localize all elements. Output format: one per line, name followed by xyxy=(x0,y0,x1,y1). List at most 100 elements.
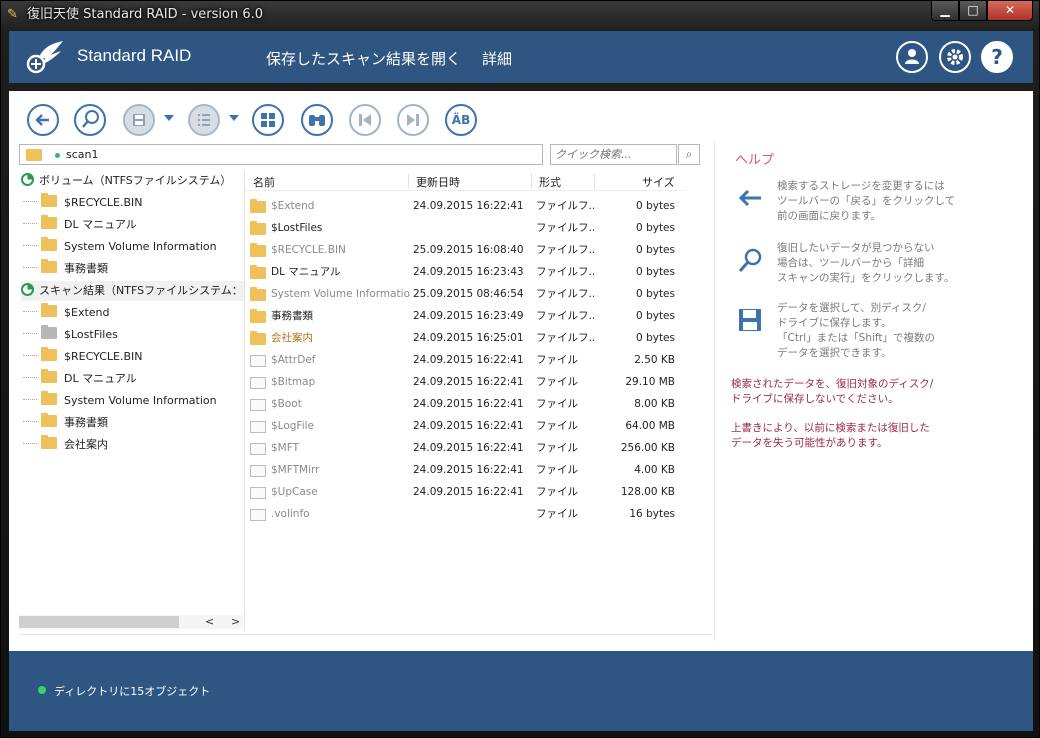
tree-horizontal-scrollbar[interactable]: < > xyxy=(19,615,243,629)
app-header: Standard RAID 保存したスキャン結果を開く 詳細 ? xyxy=(9,31,1033,83)
quick-search-box[interactable] xyxy=(550,144,677,165)
file-type: ファイルフ... xyxy=(536,266,594,278)
file-date: 24.09.2015 16:22:41 xyxy=(413,376,524,388)
scroll-left-button[interactable]: < xyxy=(205,615,214,629)
tree-connector xyxy=(23,201,37,202)
scrollbar-thumb[interactable] xyxy=(19,616,179,628)
path-text: scan1 xyxy=(66,148,99,161)
folder-icon xyxy=(250,199,266,213)
tree-folder-node[interactable]: System Volume Information xyxy=(23,391,217,411)
tree-folder-node[interactable]: 事務書類 xyxy=(23,259,108,279)
table-row[interactable]: $RECYCLE.BIN 25.09.2015 16:08:40 ファイルフ... 0… xyxy=(245,239,685,261)
table-row[interactable]: $LostFiles ファイルフ... 0 bytes xyxy=(245,217,685,239)
status-dot-icon xyxy=(38,686,46,694)
tree-folder-node[interactable]: DL マニュアル xyxy=(23,369,137,389)
help-icon[interactable]: ? xyxy=(981,41,1013,73)
file-name: $MFTMirr xyxy=(271,464,320,476)
help-warning: 上書きにより、以前に検索または復旧した データを失う可能性があります。 xyxy=(731,422,930,449)
view-dropdown-caret[interactable] xyxy=(229,115,239,121)
magnifier-icon xyxy=(82,110,99,128)
maximize-button[interactable]: □ xyxy=(959,1,987,21)
view-mode-button[interactable] xyxy=(188,104,220,136)
file-date: 24.09.2015 16:23:43 xyxy=(413,266,524,278)
table-row[interactable]: 事務書類 24.09.2015 16:23:49 ファイルフ... 0 bytes xyxy=(245,305,685,327)
table-row[interactable]: $Bitmap 24.09.2015 16:22:41 ファイル 29.10 MB xyxy=(245,371,685,393)
column-name[interactable]: 名前 xyxy=(253,174,275,190)
tree-volume-node[interactable]: ボリューム（NTFSファイルシステム） xyxy=(21,171,231,191)
preview-button[interactable] xyxy=(252,104,284,136)
tree-node-label: DL マニュアル xyxy=(64,372,137,385)
file-icon xyxy=(250,443,266,455)
file-type: ファイルフ... xyxy=(536,332,594,344)
file-size: 0 bytes xyxy=(636,266,675,278)
file-date: 24.09.2015 16:22:41 xyxy=(413,200,524,212)
column-size[interactable]: サイズ xyxy=(642,174,675,190)
tree-folder-node[interactable]: DL マニュアル xyxy=(23,215,137,235)
minimize-button[interactable]: ▁ xyxy=(931,1,959,21)
column-separator[interactable] xyxy=(531,173,532,189)
column-date[interactable]: 更新日時 xyxy=(416,174,460,190)
user-icon[interactable] xyxy=(896,41,928,73)
table-row[interactable]: $Boot 24.09.2015 16:22:41 ファイル 8.00 KB xyxy=(245,393,685,415)
save-button[interactable] xyxy=(123,104,155,136)
save-dropdown-caret[interactable] xyxy=(164,115,174,121)
folder-icon xyxy=(41,259,57,273)
column-separator[interactable] xyxy=(594,173,595,189)
table-row[interactable]: .volinfo ファイル 16 bytes xyxy=(245,503,685,525)
table-row[interactable]: $MFT 24.09.2015 16:22:41 ファイル 256.00 KB xyxy=(245,437,685,459)
main-panel: ÄB scan1 ⌕ ボリューム（NTFSファイルシステム） $RECYCLE.B… xyxy=(9,91,1033,651)
tree-folder-node[interactable]: $LostFiles xyxy=(23,325,118,345)
deep-scan-button[interactable] xyxy=(74,104,106,136)
tree-folder-node[interactable]: 会社案内 xyxy=(23,435,108,455)
back-button[interactable] xyxy=(27,104,59,136)
file-type: ファイル xyxy=(536,442,578,454)
quick-search-input[interactable] xyxy=(555,148,673,161)
close-button[interactable]: ✕ xyxy=(987,1,1033,21)
table-row[interactable]: $Extend 24.09.2015 16:22:41 ファイルフ... 0 byte… xyxy=(245,195,685,217)
file-date: 24.09.2015 16:22:41 xyxy=(413,354,524,366)
table-row[interactable]: $MFTMirr 24.09.2015 16:22:41 ファイル 4.00 KB xyxy=(245,459,685,481)
title-bar[interactable]: ✎ 復旧天使 Standard RAID - version 6.0 ▁ □ ✕ xyxy=(1,1,1040,29)
table-row[interactable]: DL マニュアル 24.09.2015 16:23:43 ファイルフ... 0 byt… xyxy=(245,261,685,283)
table-row[interactable]: 会社案内 24.09.2015 16:25:01 ファイルフ... 0 bytes xyxy=(245,327,685,349)
tree-folder-node[interactable]: System Volume Information xyxy=(23,237,217,257)
status-bar: ディレクトリに15オブジェクト xyxy=(9,651,1033,731)
column-type[interactable]: 形式 xyxy=(539,174,561,190)
tree-folder-node[interactable]: 事務書類 xyxy=(23,413,108,433)
file-type: ファイルフ... xyxy=(536,310,594,322)
file-size: 8.00 KB xyxy=(634,398,675,410)
tree-node-label: System Volume Information xyxy=(64,240,217,253)
table-row[interactable]: $AttrDef 24.09.2015 16:22:41 ファイル 2.50 KB xyxy=(245,349,685,371)
tree-folder-node[interactable]: $RECYCLE.BIN xyxy=(23,347,142,367)
detail-menu[interactable]: 詳細 xyxy=(482,48,512,69)
case-sensitive-button[interactable]: ÄB xyxy=(445,104,477,136)
tree-node-label: ボリューム（NTFSファイルシステム） xyxy=(39,174,232,187)
folder-icon xyxy=(41,325,57,339)
help-text: 検索するストレージを変更するには ツールバーの「戻る」をクリックして 前の画面に… xyxy=(777,180,956,222)
previous-button[interactable] xyxy=(349,104,381,136)
scroll-right-button[interactable]: > xyxy=(231,615,240,629)
tree-connector xyxy=(23,245,37,246)
folder-icon xyxy=(250,287,266,301)
file-type: ファイルフ... xyxy=(536,288,594,300)
path-bar[interactable]: scan1 xyxy=(19,144,543,165)
folder-icon xyxy=(250,265,266,279)
table-row[interactable]: System Volume Information 25.09.2015 08:4… xyxy=(245,283,685,305)
tree-volume-node[interactable]: スキャン結果（NTFSファイルシステム：160. xyxy=(21,281,244,301)
table-row[interactable]: $UpCase 24.09.2015 16:22:41 ファイル 128.00 KB xyxy=(245,481,685,503)
file-name: $Boot xyxy=(271,398,302,410)
tree-folder-node[interactable]: $RECYCLE.BIN xyxy=(23,193,142,213)
file-name: DL マニュアル xyxy=(271,266,341,278)
column-separator[interactable] xyxy=(408,173,409,189)
open-saved-scan-menu[interactable]: 保存したスキャン結果を開く xyxy=(266,48,461,69)
tree-connector xyxy=(23,333,37,334)
table-row[interactable]: $LogFile 24.09.2015 16:22:41 ファイル 64.00 MB xyxy=(245,415,685,437)
status-text: ディレクトリに15オブジェクト xyxy=(54,685,211,698)
gear-icon[interactable] xyxy=(939,41,971,73)
tree-folder-node[interactable]: $Extend xyxy=(23,303,110,323)
next-button[interactable] xyxy=(397,104,429,136)
find-button[interactable] xyxy=(301,104,333,136)
file-icon xyxy=(250,465,266,477)
search-icon[interactable]: ⌕ xyxy=(678,144,700,165)
file-size: 0 bytes xyxy=(636,244,675,256)
